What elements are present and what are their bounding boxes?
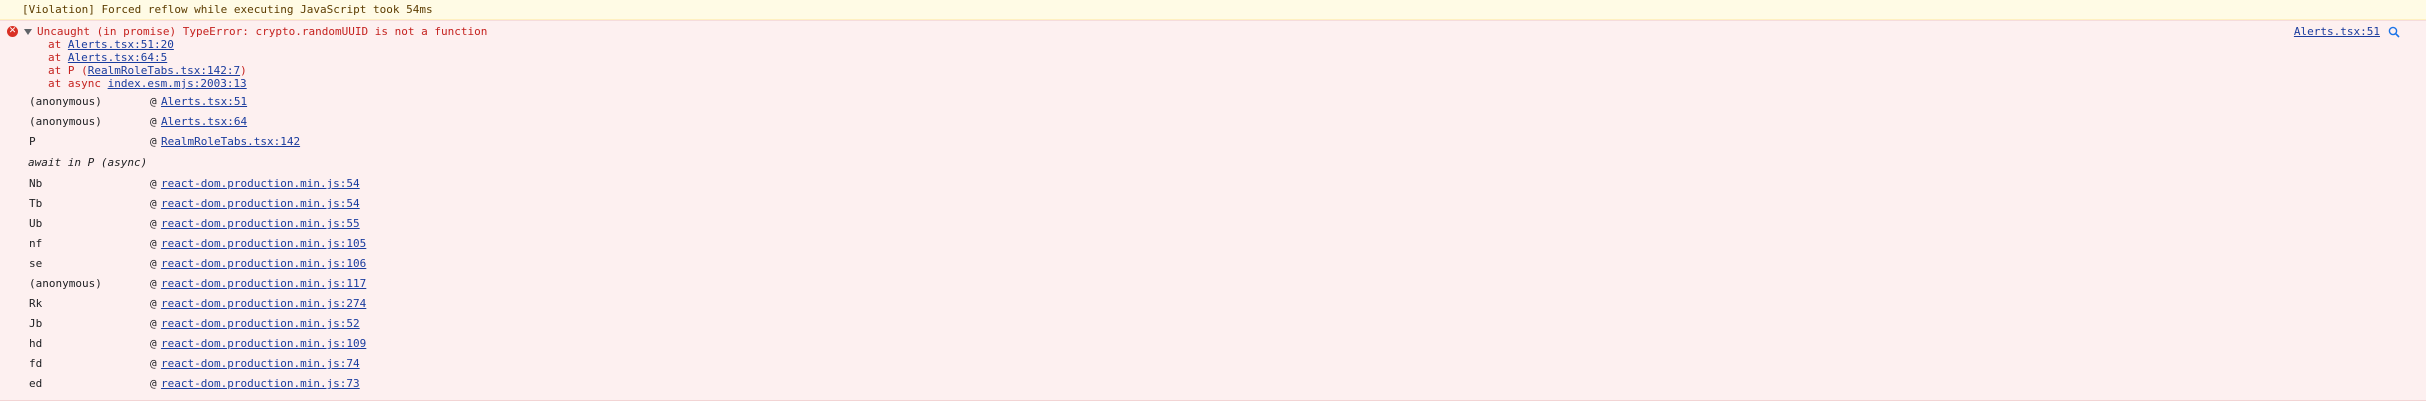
trace-location-link[interactable]: react-dom.production.min.js:54 bbox=[161, 195, 360, 213]
trace-location-link[interactable]: react-dom.production.min.js:54 bbox=[161, 175, 360, 193]
trace-function: (anonymous) bbox=[29, 95, 102, 108]
trace-at: @ bbox=[150, 237, 157, 250]
violation-text: [Violation] Forced reflow while executin… bbox=[22, 3, 433, 16]
trace-function: (anonymous) bbox=[29, 277, 102, 290]
trace-row: Jb @ react-dom.production.min.js:52 bbox=[0, 315, 600, 333]
trace-at: @ bbox=[150, 197, 157, 210]
error-circle-icon: ✕ bbox=[7, 26, 18, 37]
trace-at: @ bbox=[150, 135, 157, 148]
stack-link[interactable]: index.esm.mjs:2003:13 bbox=[108, 77, 247, 90]
stack-line: at Alerts.tsx:51:20 bbox=[48, 38, 174, 51]
trace-function: ed bbox=[29, 377, 43, 390]
search-icon[interactable] bbox=[2388, 26, 2400, 38]
trace-at: @ bbox=[150, 95, 157, 108]
trace-row: (anonymous) @ Alerts.tsx:51 bbox=[0, 93, 600, 111]
trace-function: nf bbox=[29, 237, 43, 250]
trace-function: Tb bbox=[29, 197, 43, 210]
trace-at: @ bbox=[150, 177, 157, 190]
trace-at: @ bbox=[150, 317, 157, 330]
trace-row: Rk @ react-dom.production.min.js:274 bbox=[0, 295, 600, 313]
trace-at: @ bbox=[150, 277, 157, 290]
trace-function: (anonymous) bbox=[29, 115, 102, 128]
trace-location-link[interactable]: react-dom.production.min.js:74 bbox=[161, 355, 360, 373]
trace-function: Nb bbox=[29, 177, 43, 190]
trace-row: (anonymous) @ react-dom.production.min.j… bbox=[0, 275, 600, 293]
trace-row: nf @ react-dom.production.min.js:105 bbox=[0, 235, 600, 253]
trace-at: @ bbox=[150, 357, 157, 370]
trace-location-link[interactable]: react-dom.production.min.js:105 bbox=[161, 235, 366, 253]
error-message-block: ✕ Uncaught (in promise) TypeError: crypt… bbox=[0, 20, 2426, 401]
trace-row: ed @ react-dom.production.min.js:73 bbox=[0, 375, 600, 393]
error-source-link[interactable]: Alerts.tsx:51 bbox=[2294, 25, 2380, 38]
trace-function: fd bbox=[29, 357, 43, 370]
trace-location-link[interactable]: react-dom.production.min.js:106 bbox=[161, 255, 366, 273]
trace-function: Ub bbox=[29, 217, 43, 230]
trace-row: hd @ react-dom.production.min.js:109 bbox=[0, 335, 600, 353]
trace-location-link[interactable]: Alerts.tsx:51 bbox=[161, 93, 247, 111]
trace-function: Jb bbox=[29, 317, 43, 330]
stack-link[interactable]: RealmRoleTabs.tsx:142:7 bbox=[88, 64, 240, 77]
trace-function: hd bbox=[29, 337, 43, 350]
trace-at: @ bbox=[150, 337, 157, 350]
trace-function: Rk bbox=[29, 297, 43, 310]
trace-location-link[interactable]: Alerts.tsx:64 bbox=[161, 113, 247, 131]
error-message-text: Uncaught (in promise) TypeError: crypto.… bbox=[37, 25, 488, 38]
violation-message: [Violation] Forced reflow while executin… bbox=[0, 0, 2426, 20]
await-label: await in P (async) bbox=[28, 156, 148, 169]
trace-location-link[interactable]: react-dom.production.min.js:109 bbox=[161, 335, 366, 353]
trace-location-link[interactable]: react-dom.production.min.js:274 bbox=[161, 295, 366, 313]
stack-link[interactable]: Alerts.tsx:64:5 bbox=[68, 51, 167, 64]
trace-location-link[interactable]: react-dom.production.min.js:55 bbox=[161, 215, 360, 233]
trace-row: se @ react-dom.production.min.js:106 bbox=[0, 255, 600, 273]
trace-location-link[interactable]: react-dom.production.min.js:73 bbox=[161, 375, 360, 393]
trace-row: P @ RealmRoleTabs.tsx:142 bbox=[0, 133, 600, 151]
trace-at: @ bbox=[150, 257, 157, 270]
trace-at: @ bbox=[150, 217, 157, 230]
trace-function: P bbox=[29, 135, 36, 148]
stack-line: at Alerts.tsx:64:5 bbox=[48, 51, 168, 64]
trace-location-link[interactable]: react-dom.production.min.js:52 bbox=[161, 315, 360, 333]
trace-row: fd @ react-dom.production.min.js:74 bbox=[0, 355, 600, 373]
trace-row: (anonymous) @ Alerts.tsx:64 bbox=[0, 113, 600, 131]
trace-at: @ bbox=[150, 115, 157, 128]
stack-link[interactable]: Alerts.tsx:51:20 bbox=[68, 38, 174, 51]
trace-row: Ub @ react-dom.production.min.js:55 bbox=[0, 215, 600, 233]
trace-at: @ bbox=[150, 377, 157, 390]
trace-row: Tb @ react-dom.production.min.js:54 bbox=[0, 195, 600, 213]
trace-at: @ bbox=[150, 297, 157, 310]
trace-location-link[interactable]: RealmRoleTabs.tsx:142 bbox=[161, 133, 300, 151]
stack-line: at async index.esm.mjs:2003:13 bbox=[48, 77, 247, 90]
triangle-down-icon[interactable] bbox=[24, 29, 32, 35]
trace-row: Nb @ react-dom.production.min.js:54 bbox=[0, 175, 600, 193]
stack-line: at P (RealmRoleTabs.tsx:142:7) bbox=[48, 64, 247, 77]
trace-function: se bbox=[29, 257, 43, 270]
trace-location-link[interactable]: react-dom.production.min.js:117 bbox=[161, 275, 366, 293]
